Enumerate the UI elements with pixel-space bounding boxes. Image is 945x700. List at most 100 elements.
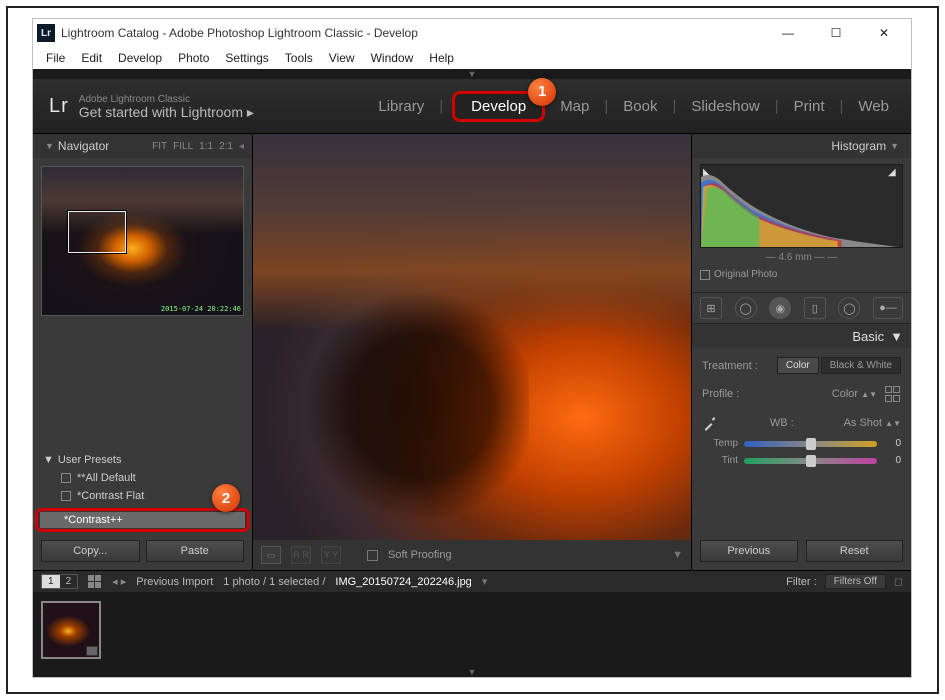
wb-label: WB : — [770, 417, 794, 429]
menu-view[interactable]: View — [322, 49, 362, 67]
nav-zoom-1-1[interactable]: 1:1 — [199, 141, 213, 152]
menu-file[interactable]: File — [39, 49, 72, 67]
top-panel-toggle[interactable]: ▼ — [33, 69, 911, 79]
treatment-color[interactable]: Color — [777, 357, 819, 374]
profile-browser-icon[interactable] — [885, 386, 901, 402]
maximize-button[interactable]: ☐ — [821, 23, 851, 43]
module-web[interactable]: Web — [852, 94, 895, 119]
temp-slider[interactable] — [744, 441, 877, 447]
crop-tool-icon[interactable]: ⊞ — [700, 297, 722, 319]
histogram-title: Histogram — [831, 139, 886, 153]
menu-window[interactable]: Window — [364, 49, 421, 67]
preset-label: *Contrast Flat — [77, 490, 144, 502]
toolbar-menu-icon[interactable]: ▼ — [672, 549, 683, 561]
filter-value[interactable]: Filters Off — [825, 574, 886, 589]
spot-tool-icon[interactable]: ◯ — [735, 297, 757, 319]
module-book[interactable]: Book — [617, 94, 663, 119]
menu-edit[interactable]: Edit — [74, 49, 109, 67]
bottom-panel-toggle[interactable]: ▼ — [33, 667, 911, 677]
navigator-crop-indicator[interactable] — [68, 211, 126, 253]
preset-contrast-plus-plus[interactable]: *Contrast++ — [40, 512, 245, 528]
reset-button[interactable]: Reset — [806, 540, 904, 562]
preset-selected-highlight: *Contrast++ — [35, 508, 250, 532]
annotation-badge-2: 2 — [212, 484, 240, 512]
histogram-display[interactable]: ◣ ◢ — [700, 164, 903, 248]
close-button[interactable]: ✕ — [869, 23, 899, 43]
preset-label: **All Default — [77, 472, 136, 484]
navigator-header[interactable]: ▼ Navigator FIT FILL 1:1 2:1 ◂ — [33, 134, 252, 158]
user-presets-label: User Presets — [58, 454, 122, 466]
logo: Lr — [49, 95, 69, 118]
module-library[interactable]: Library — [372, 94, 430, 119]
chevron-down-icon: ▼ — [890, 329, 903, 344]
basic-panel-header[interactable]: Basic ▼ — [692, 324, 911, 348]
monitor-switch[interactable]: 1 2 — [41, 574, 78, 589]
temp-value[interactable]: 0 — [883, 438, 901, 449]
filter-label: Filter : — [786, 576, 817, 588]
radial-filter-icon[interactable]: ◯ — [838, 297, 860, 319]
slider-knob[interactable] — [806, 438, 816, 450]
thumb-index: 1 — [44, 602, 48, 611]
temp-label: Temp — [702, 438, 738, 449]
navigator-thumbnail[interactable]: 2015-07-24 20:22:46 — [41, 166, 244, 316]
menu-photo[interactable]: Photo — [171, 49, 216, 67]
nav-zoom-2-1[interactable]: 2:1 — [219, 141, 233, 152]
image-canvas[interactable]: ▭ R R Y Y Soft Proofing ▼ — [253, 134, 691, 570]
navigator-title: Navigator — [58, 139, 109, 153]
preset-all-default[interactable]: **All Default — [41, 469, 244, 487]
grad-filter-icon[interactable]: ▯ — [804, 297, 826, 319]
navigator-timestamp: 2015-07-24 20:22:46 — [161, 305, 241, 313]
tool-strip: ⊞ ◯ ◉ ▯ ◯ ●— — [692, 292, 911, 324]
annotation-badge-1: 1 — [528, 78, 556, 106]
histogram-focal: — 4.6 mm — — — [700, 248, 903, 267]
profile-value[interactable]: Color ▲▼ — [832, 388, 877, 400]
filmstrip-thumbnail[interactable]: 1 — [41, 601, 101, 659]
user-presets-header[interactable]: ▼ User Presets — [41, 451, 244, 469]
monitor-2[interactable]: 2 — [60, 575, 78, 588]
before-after-tb-icon[interactable]: Y Y — [321, 546, 341, 564]
loupe-view-icon[interactable]: ▭ — [261, 546, 281, 564]
paste-button[interactable]: Paste — [146, 540, 245, 562]
original-photo-toggle[interactable]: Original Photo — [700, 267, 903, 286]
treatment-bw[interactable]: Black & White — [821, 357, 901, 374]
menu-settings[interactable]: Settings — [218, 49, 275, 67]
source-label[interactable]: Previous Import — [136, 576, 213, 588]
right-panel: Histogram ▼ ◣ ◢ — [691, 134, 911, 570]
copy-button[interactable]: Copy... — [41, 540, 140, 562]
nav-zoom-menu-icon[interactable]: ◂ — [239, 141, 244, 152]
filter-lock-icon[interactable]: ◻ — [894, 575, 903, 588]
basic-title: Basic — [852, 329, 884, 344]
thumb-badge-icon — [86, 646, 98, 656]
photo-count: 1 photo / 1 selected / — [223, 576, 325, 588]
back-forward-icons[interactable]: ◂ ▸ — [112, 575, 126, 588]
module-map[interactable]: Map — [554, 94, 595, 119]
module-slideshow[interactable]: Slideshow — [685, 94, 765, 119]
soft-proof-checkbox[interactable] — [367, 550, 378, 561]
tint-value[interactable]: 0 — [883, 455, 901, 466]
menu-tools[interactable]: Tools — [278, 49, 320, 67]
previous-button[interactable]: Previous — [700, 540, 798, 562]
before-after-lr-icon[interactable]: R R — [291, 546, 311, 564]
chevron-down-icon: ▼ — [43, 454, 54, 466]
brush-tool-icon[interactable]: ●— — [873, 297, 903, 319]
module-print[interactable]: Print — [788, 94, 831, 119]
menu-help[interactable]: Help — [422, 49, 461, 67]
grid-view-icon[interactable] — [88, 575, 102, 589]
redeye-tool-icon[interactable]: ◉ — [769, 297, 791, 319]
histogram-header[interactable]: Histogram ▼ — [692, 134, 911, 158]
module-develop[interactable]: Develop — [465, 94, 532, 119]
nav-zoom-fit[interactable]: FIT — [152, 141, 167, 152]
app-window: Lr Lightroom Catalog - Adobe Photoshop L… — [32, 18, 912, 678]
minimize-button[interactable]: — — [773, 23, 803, 43]
monitor-1[interactable]: 1 — [42, 575, 60, 588]
nav-zoom-fill[interactable]: FILL — [173, 141, 193, 152]
tint-slider[interactable] — [744, 458, 877, 464]
slider-knob[interactable] — [806, 455, 816, 467]
eyedropper-icon[interactable] — [702, 414, 720, 432]
wb-value[interactable]: As Shot ▲▼ — [844, 417, 901, 429]
path-menu-icon[interactable]: ▾ — [482, 575, 488, 588]
left-panel: ▼ Navigator FIT FILL 1:1 2:1 ◂ 2015-07-2… — [33, 134, 253, 570]
identity-sub2[interactable]: Get started with Lightroom ▸ — [79, 106, 254, 118]
menu-develop[interactable]: Develop — [111, 49, 169, 67]
filmstrip[interactable]: 1 — [33, 592, 911, 667]
